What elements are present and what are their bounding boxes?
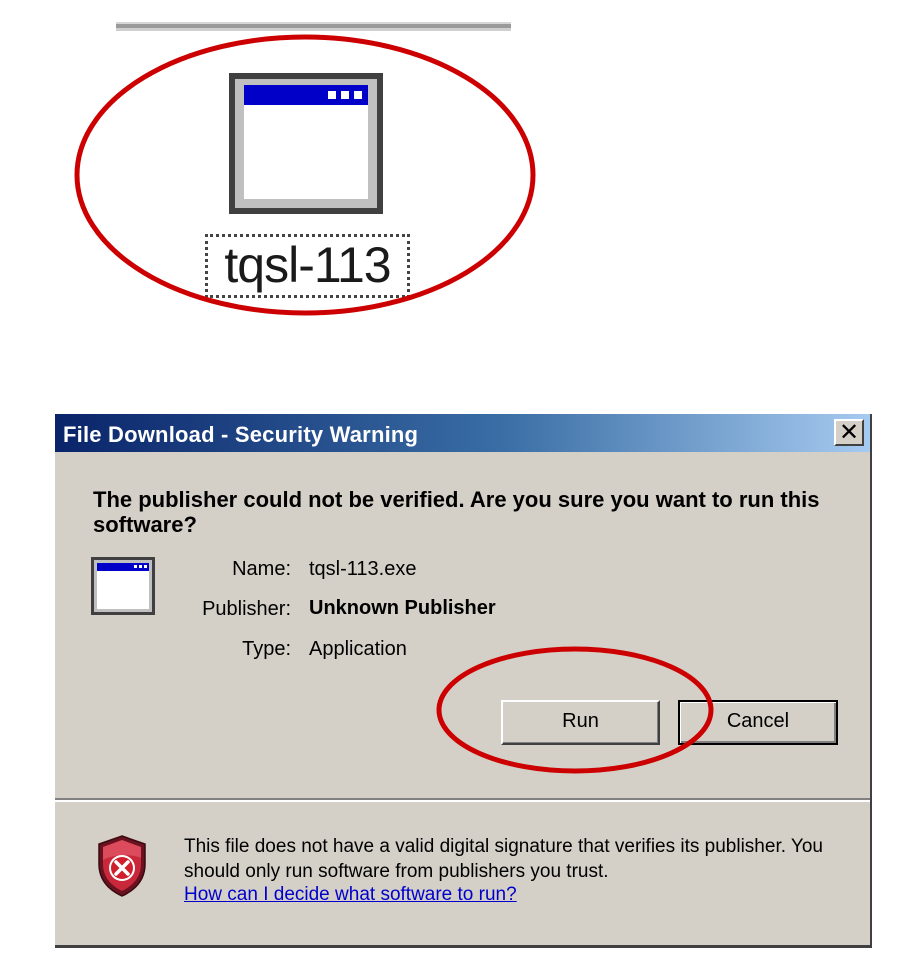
security-shield-icon: [98, 835, 146, 897]
window-titlebar: [244, 85, 368, 105]
toolbar-divider: [116, 22, 511, 31]
name-value: tqsl-113.exe: [309, 558, 417, 580]
dialog-separator: [55, 798, 870, 802]
publisher-label: Publisher:: [202, 598, 291, 620]
cancel-button[interactable]: Cancel: [678, 700, 838, 745]
verification-question: The publisher could not be verified. Are…: [93, 487, 820, 537]
type-value: Application: [309, 638, 407, 660]
window-dot: [328, 91, 336, 99]
dialog-title: File Download - Security Warning: [63, 422, 419, 447]
window-dot: [354, 91, 362, 99]
application-window-icon[interactable]: [229, 73, 383, 214]
signature-warning-text: This file does not have a valid digital …: [184, 836, 823, 882]
close-button[interactable]: ✕: [834, 419, 864, 446]
publisher-value: Unknown Publisher: [309, 597, 496, 619]
name-label: Name:: [232, 558, 291, 580]
window-dot: [341, 91, 349, 99]
run-button[interactable]: Run: [501, 700, 660, 745]
window-frame: [235, 79, 377, 208]
dialog-titlebar: File Download - Security Warning ✕: [55, 414, 870, 452]
type-label: Type:: [242, 638, 291, 660]
desktop-icon-label[interactable]: tqsl-113: [205, 234, 410, 298]
help-link[interactable]: How can I decide what software to run?: [184, 884, 517, 906]
security-warning-dialog: File Download - Security Warning ✕ The p…: [55, 414, 872, 948]
